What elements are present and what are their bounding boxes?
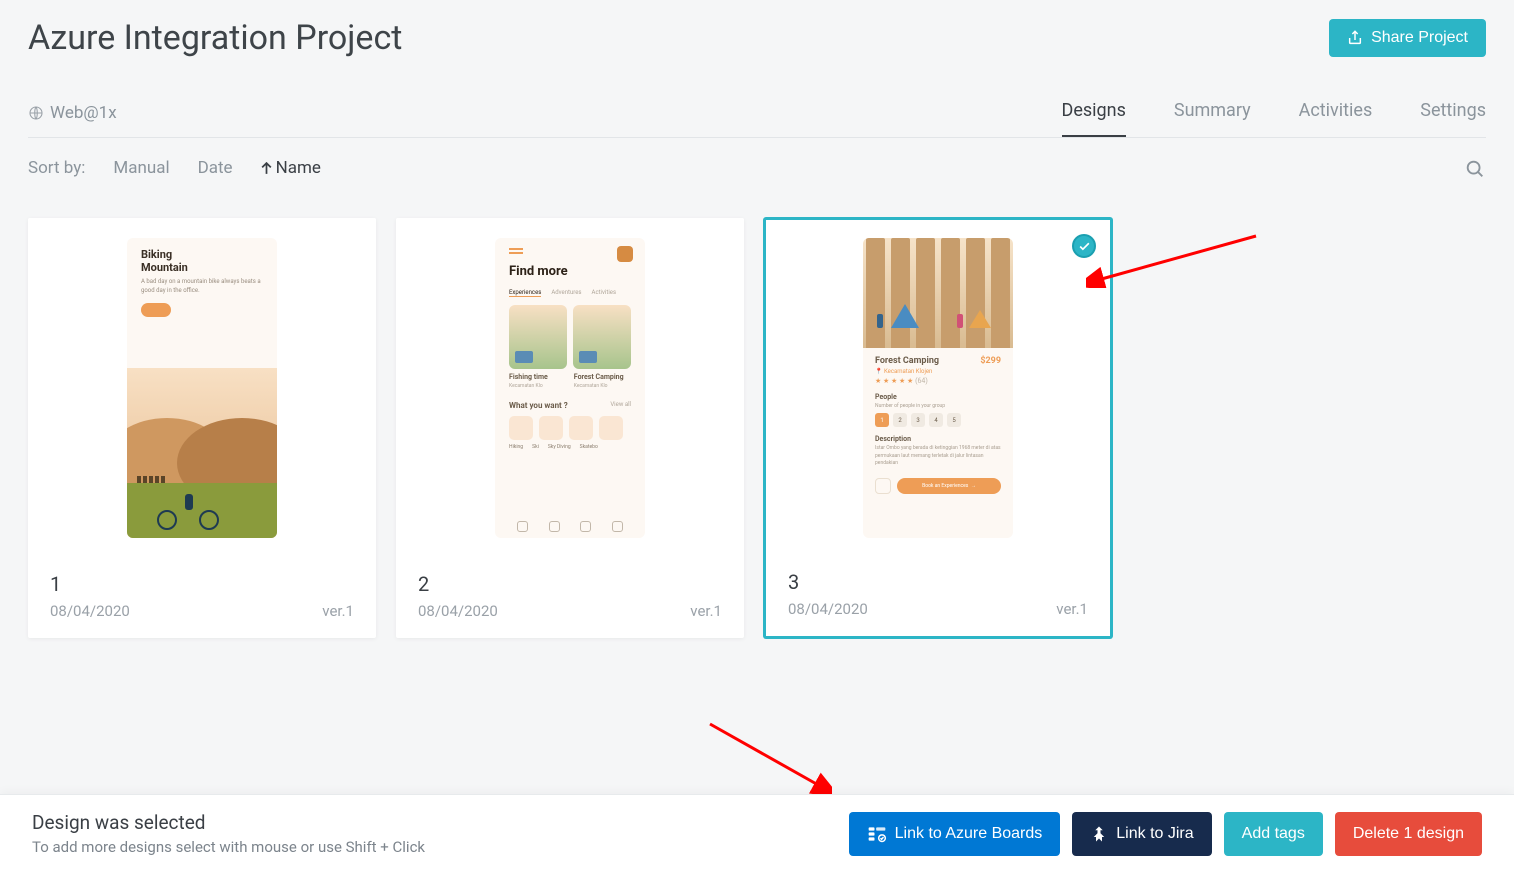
header-row: Azure Integration Project Share Project — [28, 0, 1486, 66]
mock-sublabel: Number of people in your group — [875, 403, 1001, 409]
platform-indicator[interactable]: Web@1x — [28, 103, 117, 135]
selection-text: Design was selected To add more designs … — [32, 811, 425, 856]
mock-chip-label: Ski — [532, 444, 539, 450]
mock-loc: Kecamatan Klo — [509, 383, 543, 389]
mock-chip-label: Sky Diving — [548, 444, 571, 450]
mock-chip-label: Skatebo — [580, 444, 598, 450]
mock-subtitle: Mountain — [141, 261, 188, 274]
share-project-button[interactable]: Share Project — [1329, 19, 1486, 57]
mock-tab: Activities — [592, 289, 617, 297]
selected-badge[interactable] — [1072, 234, 1096, 258]
mock-question: What you want ? — [509, 401, 568, 410]
mock-loc: Kecamatan Klo — [574, 383, 608, 389]
link-azure-label: Link to Azure Boards — [895, 825, 1043, 843]
design-card-2[interactable]: Find more Experiences Adventures Activit… — [396, 218, 744, 638]
tab-summary[interactable]: Summary — [1174, 100, 1251, 137]
mock-tab: Adventures — [551, 289, 581, 297]
check-icon — [1078, 240, 1091, 253]
jira-icon — [1090, 825, 1108, 843]
tabs-row: Web@1x Designs Summary Activities Settin… — [28, 100, 1486, 138]
design-date: 08/04/2020 — [788, 600, 868, 618]
link-jira-label: Link to Jira — [1116, 825, 1193, 843]
selection-hint: To add more designs select with mouse or… — [32, 838, 425, 856]
design-name: 2 — [418, 572, 722, 596]
search-icon[interactable] — [1464, 158, 1486, 180]
tabs: Designs Summary Activities Settings — [1062, 100, 1487, 137]
mock-section: People — [875, 393, 1001, 401]
design-version: ver.1 — [1056, 600, 1088, 618]
share-project-label: Share Project — [1371, 29, 1468, 47]
sort-manual[interactable]: Manual — [113, 158, 169, 178]
mock-caption: Fishing time — [509, 373, 548, 381]
project-title: Azure Integration Project — [28, 18, 402, 58]
avatar-icon — [617, 246, 633, 262]
page-content: Azure Integration Project Share Project … — [0, 0, 1514, 638]
link-azure-boards-button[interactable]: Link to Azure Boards — [849, 812, 1061, 856]
mock-illustration — [127, 368, 277, 538]
mock-section: Description — [875, 435, 1001, 443]
mock-hero-image — [863, 238, 1013, 348]
design-thumbnail: Biking Mountain A bad day on a mountain … — [28, 218, 376, 558]
mock-description: Istar Ombo yang berada di ketinggian 196… — [875, 445, 1001, 468]
design-card-1[interactable]: Biking Mountain A bad day on a mountain … — [28, 218, 376, 638]
mock-viewall: View all — [610, 401, 631, 408]
tab-settings[interactable]: Settings — [1420, 100, 1486, 137]
mock-title: Find more — [509, 264, 631, 279]
mock-chip-label: Hiking — [509, 444, 523, 450]
hamburger-icon — [509, 248, 523, 250]
star-icon: ★ ★ ★ ★ ★ (64) — [875, 377, 1001, 385]
delete-designs-button[interactable]: Delete 1 design — [1335, 812, 1482, 856]
share-icon — [1347, 30, 1363, 46]
add-tags-button[interactable]: Add tags — [1224, 812, 1323, 856]
favorite-icon — [875, 478, 891, 494]
globe-icon — [28, 105, 44, 121]
sort-date[interactable]: Date — [198, 158, 233, 178]
sort-name-label: Name — [276, 158, 321, 178]
design-version: ver.1 — [690, 602, 722, 620]
design-date: 08/04/2020 — [418, 602, 498, 620]
mock-blurb: A bad day on a mountain bike always beat… — [141, 278, 263, 295]
tab-activities[interactable]: Activities — [1299, 100, 1373, 137]
action-buttons: Link to Azure Boards Link to Jira Add ta… — [849, 812, 1482, 856]
selection-title: Design was selected — [32, 811, 425, 834]
mock-location: Kecamatan Klojen — [884, 368, 932, 375]
design-thumbnail: Find more Experiences Adventures Activit… — [396, 218, 744, 558]
mock-book-button: Book an Experiences → — [897, 478, 1001, 494]
cards-grid: Biking Mountain A bad day on a mountain … — [28, 218, 1486, 638]
mock-tab: Experiences — [509, 289, 541, 297]
link-jira-button[interactable]: Link to Jira — [1072, 812, 1211, 856]
design-date: 08/04/2020 — [50, 602, 130, 620]
mock-bottom-nav — [507, 521, 633, 532]
design-thumbnail: Forest Camping $299 📍 Kecamatan Klojen ★… — [766, 220, 1110, 556]
azure-boards-icon — [867, 824, 887, 844]
mock-title: Biking — [141, 248, 172, 261]
design-card-3[interactable]: Forest Camping $299 📍 Kecamatan Klojen ★… — [764, 218, 1112, 638]
mock-cta-icon — [141, 303, 171, 317]
mock-title: Forest Camping — [875, 356, 939, 366]
platform-label: Web@1x — [50, 103, 117, 123]
mock-price: $299 — [980, 356, 1001, 366]
annotation-arrow — [702, 716, 832, 796]
add-tags-label: Add tags — [1242, 825, 1305, 843]
mock-caption: Forest Camping — [574, 373, 624, 381]
arrow-up-icon — [261, 162, 272, 175]
design-name: 1 — [50, 572, 354, 596]
sort-label: Sort by: — [28, 158, 85, 178]
design-name: 3 — [788, 570, 1088, 594]
tab-designs[interactable]: Designs — [1062, 100, 1126, 137]
delete-label: Delete 1 design — [1353, 825, 1464, 843]
selection-action-bar: Design was selected To add more designs … — [0, 794, 1514, 876]
sort-row: Sort by: Manual Date Name — [28, 138, 1486, 218]
sort-name[interactable]: Name — [261, 158, 321, 178]
design-version: ver.1 — [322, 602, 354, 620]
